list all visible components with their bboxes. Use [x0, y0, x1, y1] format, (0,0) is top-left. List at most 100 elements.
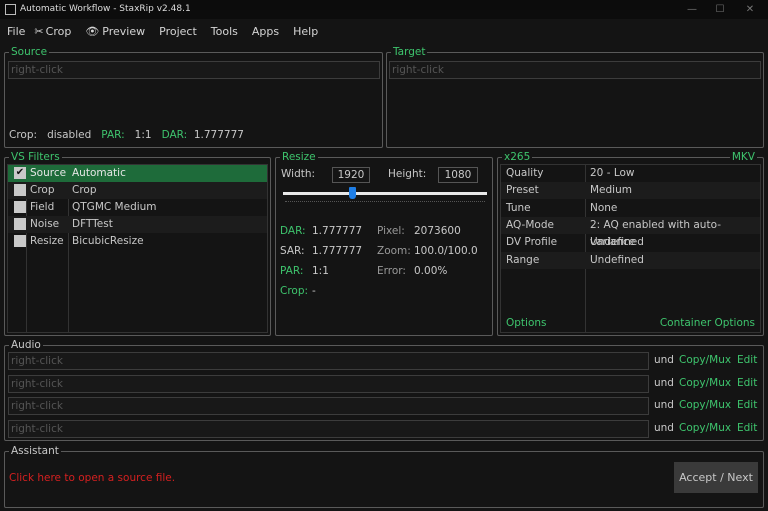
audio-track-input[interactable]: right-click — [8, 374, 649, 393]
par-label: PAR: — [101, 129, 125, 141]
resize-slider-thumb[interactable] — [349, 187, 357, 199]
container-options-link[interactable]: Container Options — [660, 317, 755, 329]
filter-row[interactable]: Noise DFTTest — [8, 216, 267, 233]
assistant-label: Assistant — [9, 445, 61, 457]
filters-group: VS Filters ✔ Source Automatic Crop Crop … — [4, 151, 271, 336]
option-value[interactable]: None — [590, 200, 617, 217]
menu-file[interactable]: File — [0, 22, 32, 42]
filter-row[interactable]: Crop Crop — [8, 182, 267, 199]
filter-category: Source — [30, 167, 67, 179]
option-value[interactable]: Undefined — [590, 234, 644, 251]
filter-category: Noise — [30, 218, 60, 230]
audio-track-input[interactable]: right-click — [8, 352, 649, 370]
encoder-option-row[interactable]: Quality 20 - Low — [501, 165, 760, 182]
checkbox[interactable] — [14, 184, 26, 196]
checkbox[interactable] — [14, 201, 26, 213]
resize-group: Resize Width: 1920 Height: 1080 DAR: 1.77… — [275, 151, 493, 336]
zoom-value: 100.0/100.0 — [414, 245, 478, 257]
app-icon — [5, 4, 16, 15]
option-value[interactable]: 20 - Low — [590, 165, 635, 182]
encoder-option-row[interactable]: Range Undefined — [501, 251, 760, 269]
error-value: 0.00% — [414, 265, 448, 277]
audio-edit[interactable]: Edit — [737, 399, 757, 411]
minimize-button[interactable]: — — [678, 0, 706, 19]
par-value: 1:1 — [134, 129, 152, 141]
source-input[interactable]: right-click — [8, 61, 380, 79]
audio-mode[interactable]: Copy/Mux — [679, 354, 731, 366]
checkbox[interactable] — [14, 218, 26, 230]
target-group: Target right-click — [386, 46, 764, 148]
option-value[interactable]: Undefined — [590, 252, 644, 269]
pixel-label: Pixel: — [377, 225, 405, 237]
menu-preview[interactable]: 👁 Preview — [78, 22, 152, 42]
menu-crop[interactable]: ✂ Crop — [32, 22, 78, 42]
checkmark-icon[interactable]: ✔ — [14, 167, 26, 179]
dar-value: 1.777777 — [193, 129, 244, 141]
option-name: Preset — [506, 184, 539, 197]
height-input[interactable]: 1080 — [438, 167, 478, 183]
encoder-option-row[interactable]: AQ-Mode 2: AQ enabled with auto-variance — [501, 216, 760, 248]
audio-mode[interactable]: Copy/Mux — [679, 422, 731, 434]
filter-value: Automatic — [72, 167, 126, 179]
audio-edit[interactable]: Edit — [737, 354, 757, 366]
encoder-option-row[interactable]: DV Profile Undefined — [501, 234, 760, 251]
audio-track-input[interactable]: right-click — [8, 397, 649, 415]
audio-track-input[interactable]: right-click — [8, 419, 649, 438]
option-name: Tune — [506, 201, 531, 214]
container-label[interactable]: MKV — [729, 151, 757, 163]
sar-label: SAR: — [280, 245, 305, 257]
filter-value: BicubicResize — [72, 235, 144, 247]
filter-value: DFTTest — [72, 218, 113, 230]
filter-value: Crop — [72, 184, 97, 196]
option-name: Range — [506, 253, 540, 266]
error-label: Error: — [377, 265, 406, 277]
target-input[interactable]: right-click — [389, 61, 761, 79]
audio-language[interactable]: und — [654, 399, 674, 411]
audio-language[interactable]: und — [654, 377, 674, 389]
filters-list[interactable]: ✔ Source Automatic Crop Crop Field QTGMC… — [7, 164, 268, 333]
menu-help[interactable]: Help — [286, 22, 325, 42]
encoder-label: x265 — [502, 151, 533, 163]
eye-icon: 👁 — [85, 25, 100, 38]
checkbox[interactable] — [14, 235, 26, 247]
filters-label: VS Filters — [9, 151, 62, 163]
source-info: Crop: disabled PAR: 1:1 DAR: 1.777777 — [9, 129, 244, 141]
resize-slider-track[interactable] — [283, 192, 487, 195]
filter-row[interactable]: Resize BicubicResize — [8, 233, 267, 250]
filter-category: Crop — [30, 184, 55, 196]
audio-mode[interactable]: Copy/Mux — [679, 399, 731, 411]
audio-language[interactable]: und — [654, 354, 674, 366]
dar-value: 1.777777 — [312, 225, 363, 237]
close-button[interactable]: ✕ — [736, 0, 764, 19]
window-title: Automatic Workflow - StaxRip v2.48.1 — [20, 4, 191, 14]
assistant-group: Assistant Click here to open a source fi… — [4, 445, 764, 508]
menu-apps[interactable]: Apps — [245, 22, 286, 42]
encoder-option-row[interactable]: Tune None — [501, 200, 760, 217]
zoom-label: Zoom: — [377, 245, 411, 257]
crop-value: disabled — [47, 129, 92, 141]
height-label: Height: — [388, 168, 427, 180]
option-name: AQ-Mode — [506, 218, 554, 231]
audio-group: Audio right-click und Copy/Mux Edit right… — [4, 339, 764, 441]
filter-row[interactable]: Field QTGMC Medium — [8, 199, 267, 216]
assistant-message[interactable]: Click here to open a source file. — [9, 472, 175, 484]
audio-language[interactable]: und — [654, 422, 674, 434]
encoder-option-row[interactable]: Preset Medium — [501, 182, 760, 200]
menu-tools[interactable]: Tools — [204, 22, 245, 42]
audio-mode[interactable]: Copy/Mux — [679, 377, 731, 389]
width-input[interactable]: 1920 — [332, 167, 370, 183]
filter-row[interactable]: ✔ Source Automatic — [8, 165, 267, 182]
resize-label: Resize — [280, 151, 318, 163]
menu-project[interactable]: Project — [152, 22, 204, 42]
maximize-button[interactable]: ☐ — [706, 0, 734, 19]
dar-label: DAR: — [280, 225, 306, 237]
option-name: DV Profile — [506, 236, 558, 249]
pixel-value: 2073600 — [414, 225, 461, 237]
accept-next-button[interactable]: Accept / Next — [674, 462, 758, 493]
audio-edit[interactable]: Edit — [737, 422, 757, 434]
encoder-options-grid[interactable]: Quality 20 - Low Preset Medium Tune None… — [500, 164, 761, 333]
option-value[interactable]: Medium — [590, 182, 632, 199]
options-link[interactable]: Options — [506, 317, 547, 329]
audio-edit[interactable]: Edit — [737, 377, 757, 389]
slider-ticks — [285, 201, 485, 202]
